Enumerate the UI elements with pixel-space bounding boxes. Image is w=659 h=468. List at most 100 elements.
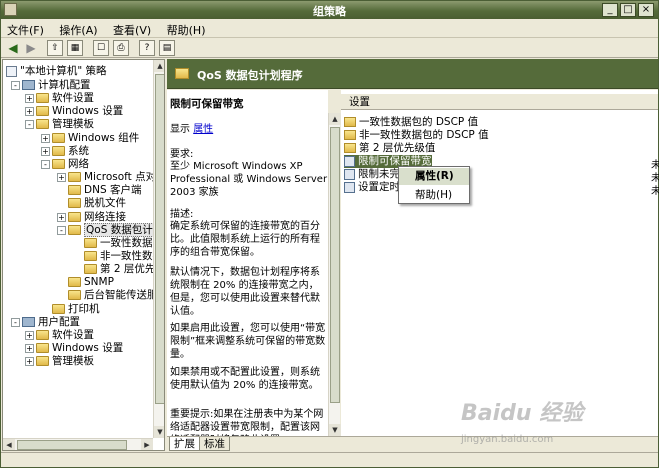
expand-icon[interactable]: + xyxy=(57,172,66,182)
tree-item[interactable]: 打印机 xyxy=(41,303,100,316)
tree-item[interactable]: + 软件设置 xyxy=(25,329,94,342)
tree-item[interactable]: - 计算机配置 xyxy=(11,79,91,92)
folder-icon xyxy=(36,106,49,116)
properties-icon[interactable]: ☐ xyxy=(93,40,109,56)
tree-item-label: 软件设置 xyxy=(52,92,94,104)
collapse-icon[interactable]: - xyxy=(41,159,50,169)
settings-list[interactable]: 设置 一致性数据包的 DSCP 值非一致性数据包的 DSCP 值第 2 层优先级… xyxy=(341,90,659,436)
group-policy-window: 组策略 _ □ × 文件(F) 操作(A) 查看(V) 帮助(H) ◀ ▶ ⇧ … xyxy=(0,0,659,468)
list-item[interactable]: 限制未完 xyxy=(344,168,400,181)
list-item[interactable]: 一致性数据包的 DSCP 值 xyxy=(344,116,478,129)
policy-tree[interactable]: "本地计算机" 策略 - 计算机配置 + 软件设置 + Windows 设置 - 管理模板 + W… xyxy=(2,59,165,451)
close-button[interactable]: × xyxy=(638,3,654,17)
folder-icon xyxy=(68,198,81,208)
menu-bar: 文件(F) 操作(A) 查看(V) 帮助(H) xyxy=(1,19,658,38)
toolbar: ◀ ▶ ⇧ ▦ ☐ ⎙ ? ▤ xyxy=(1,38,658,58)
expand-icon[interactable]: + xyxy=(25,356,34,366)
tree-item[interactable]: + Windows 组件 xyxy=(41,132,139,145)
title-bar[interactable]: 组策略 _ □ × xyxy=(1,1,658,19)
tree-vscroll-thumb[interactable] xyxy=(155,74,164,404)
back-arrow-icon[interactable]: ◀ xyxy=(5,40,21,56)
tree-item-label: 网络 xyxy=(68,158,89,170)
tree-item[interactable]: + Windows 设置 xyxy=(25,105,123,118)
expand-icon[interactable]: + xyxy=(25,106,34,116)
tree-root[interactable]: "本地计算机" 策略 xyxy=(6,65,107,78)
list-item[interactable]: 非一致性数据包的 DSCP 值 xyxy=(344,129,489,142)
expand-icon[interactable]: + xyxy=(41,133,50,143)
export-list-icon[interactable]: ⎙ xyxy=(113,40,129,56)
expand-icon[interactable]: + xyxy=(57,212,66,222)
context-menu: 属性(R) 帮助(H) xyxy=(398,166,470,204)
tree-item-label: 网络连接 xyxy=(84,211,126,223)
expand-icon[interactable]: + xyxy=(25,330,34,340)
tree-item[interactable]: DNS 客户端 xyxy=(57,184,141,197)
tree-item-label: 管理模板 xyxy=(52,118,94,130)
folder-icon xyxy=(68,290,81,300)
tree-item[interactable]: - 管理模板 xyxy=(25,118,94,131)
tree-item[interactable]: - 网络 xyxy=(41,158,89,171)
desc-vscroll-thumb[interactable] xyxy=(330,127,340,403)
tab-standard[interactable]: 标准 xyxy=(199,437,230,451)
list-item-label: 限制未完 xyxy=(358,168,400,180)
tree-item[interactable]: SNMP xyxy=(57,276,114,289)
scroll-down-icon[interactable]: ▼ xyxy=(329,424,341,436)
tree-root-label: "本地计算机" 策略 xyxy=(20,65,107,77)
properties-link[interactable]: 属性 xyxy=(193,124,213,135)
tree-item[interactable]: + 软件设置 xyxy=(25,92,94,105)
tree-item[interactable]: - 用户配置 xyxy=(11,316,80,329)
show-console-icon[interactable]: ▤ xyxy=(159,40,175,56)
forward-arrow-icon[interactable]: ▶ xyxy=(23,40,39,56)
folder-icon xyxy=(175,68,189,79)
expand-icon[interactable]: + xyxy=(41,146,50,156)
up-level-icon[interactable]: ⇧ xyxy=(47,40,63,56)
scroll-up-icon[interactable]: ▲ xyxy=(329,113,341,125)
column-header-setting[interactable]: 设置 xyxy=(341,94,658,110)
collapse-icon[interactable]: - xyxy=(11,317,20,327)
collapse-icon[interactable]: - xyxy=(57,225,66,235)
tree-item-label: 软件设置 xyxy=(52,329,94,341)
context-menu-help[interactable]: 帮助(H) xyxy=(399,187,469,204)
tab-extended[interactable]: 扩展 xyxy=(169,437,200,451)
tree-item[interactable]: 脱机文件 xyxy=(57,197,126,210)
policy-setting-icon xyxy=(344,155,355,167)
tree-item-label: SNMP xyxy=(84,276,114,288)
list-item[interactable]: 设置定时 xyxy=(344,181,400,194)
minimize-button[interactable]: _ xyxy=(602,3,618,17)
scroll-left-icon[interactable]: ◀ xyxy=(3,439,15,450)
tree-item-label: 用户配置 xyxy=(38,316,80,328)
context-menu-properties[interactable]: 属性(R) xyxy=(399,168,469,185)
tree-item[interactable]: + Windows 设置 xyxy=(25,342,123,355)
tree-horizontal-scrollbar[interactable]: ◀ ▶ xyxy=(3,438,153,450)
tree-hscroll-thumb[interactable] xyxy=(17,440,127,450)
scroll-down-icon[interactable]: ▼ xyxy=(154,426,164,438)
baidu-watermark: Baidu 经验 jingyan.baidu.com xyxy=(461,401,646,456)
tree-item[interactable]: +Microsoft 点对点网络 xyxy=(57,171,164,184)
list-item[interactable]: 第 2 层优先级值 xyxy=(344,142,435,155)
pane-header-title: QoS 数据包计划程序 xyxy=(197,69,303,82)
tree-item[interactable]: + 系统 xyxy=(41,145,89,158)
tree-item[interactable]: -QoS 数据包计划程序 xyxy=(57,223,164,237)
help-icon[interactable]: ? xyxy=(139,40,155,56)
scroll-up-icon[interactable]: ▲ xyxy=(154,60,164,72)
folder-icon xyxy=(68,277,81,287)
collapse-icon[interactable]: - xyxy=(11,80,20,90)
expand-icon[interactable]: + xyxy=(25,93,34,103)
computer-icon xyxy=(22,80,35,90)
folder-icon xyxy=(52,159,65,169)
tree-item[interactable]: 一致性数据包的 DSCP 值 xyxy=(73,237,164,250)
expand-icon[interactable]: + xyxy=(25,343,34,353)
desc-vertical-scrollbar[interactable]: ▲ ▼ xyxy=(328,113,341,436)
show-tree-icon[interactable]: ▦ xyxy=(67,40,83,56)
tree-item[interactable]: 非一致性数据包的 DSCP 值 xyxy=(73,250,164,263)
desc-title: 限制可保留带宽 xyxy=(170,98,244,110)
tree-item[interactable]: 第 2 层优先级值 xyxy=(73,263,164,276)
tree-item[interactable]: + 管理模板 xyxy=(25,355,94,368)
scroll-right-icon[interactable]: ▶ xyxy=(141,439,153,450)
folder-icon xyxy=(344,143,356,153)
tree-vertical-scrollbar[interactable]: ▲ ▼ xyxy=(153,60,164,438)
collapse-icon[interactable]: - xyxy=(25,119,34,129)
folder-icon xyxy=(68,212,81,222)
maximize-button[interactable]: □ xyxy=(620,3,636,17)
folder-icon xyxy=(36,119,49,129)
tree-item[interactable]: 后台智能传送服务 xyxy=(57,289,164,302)
